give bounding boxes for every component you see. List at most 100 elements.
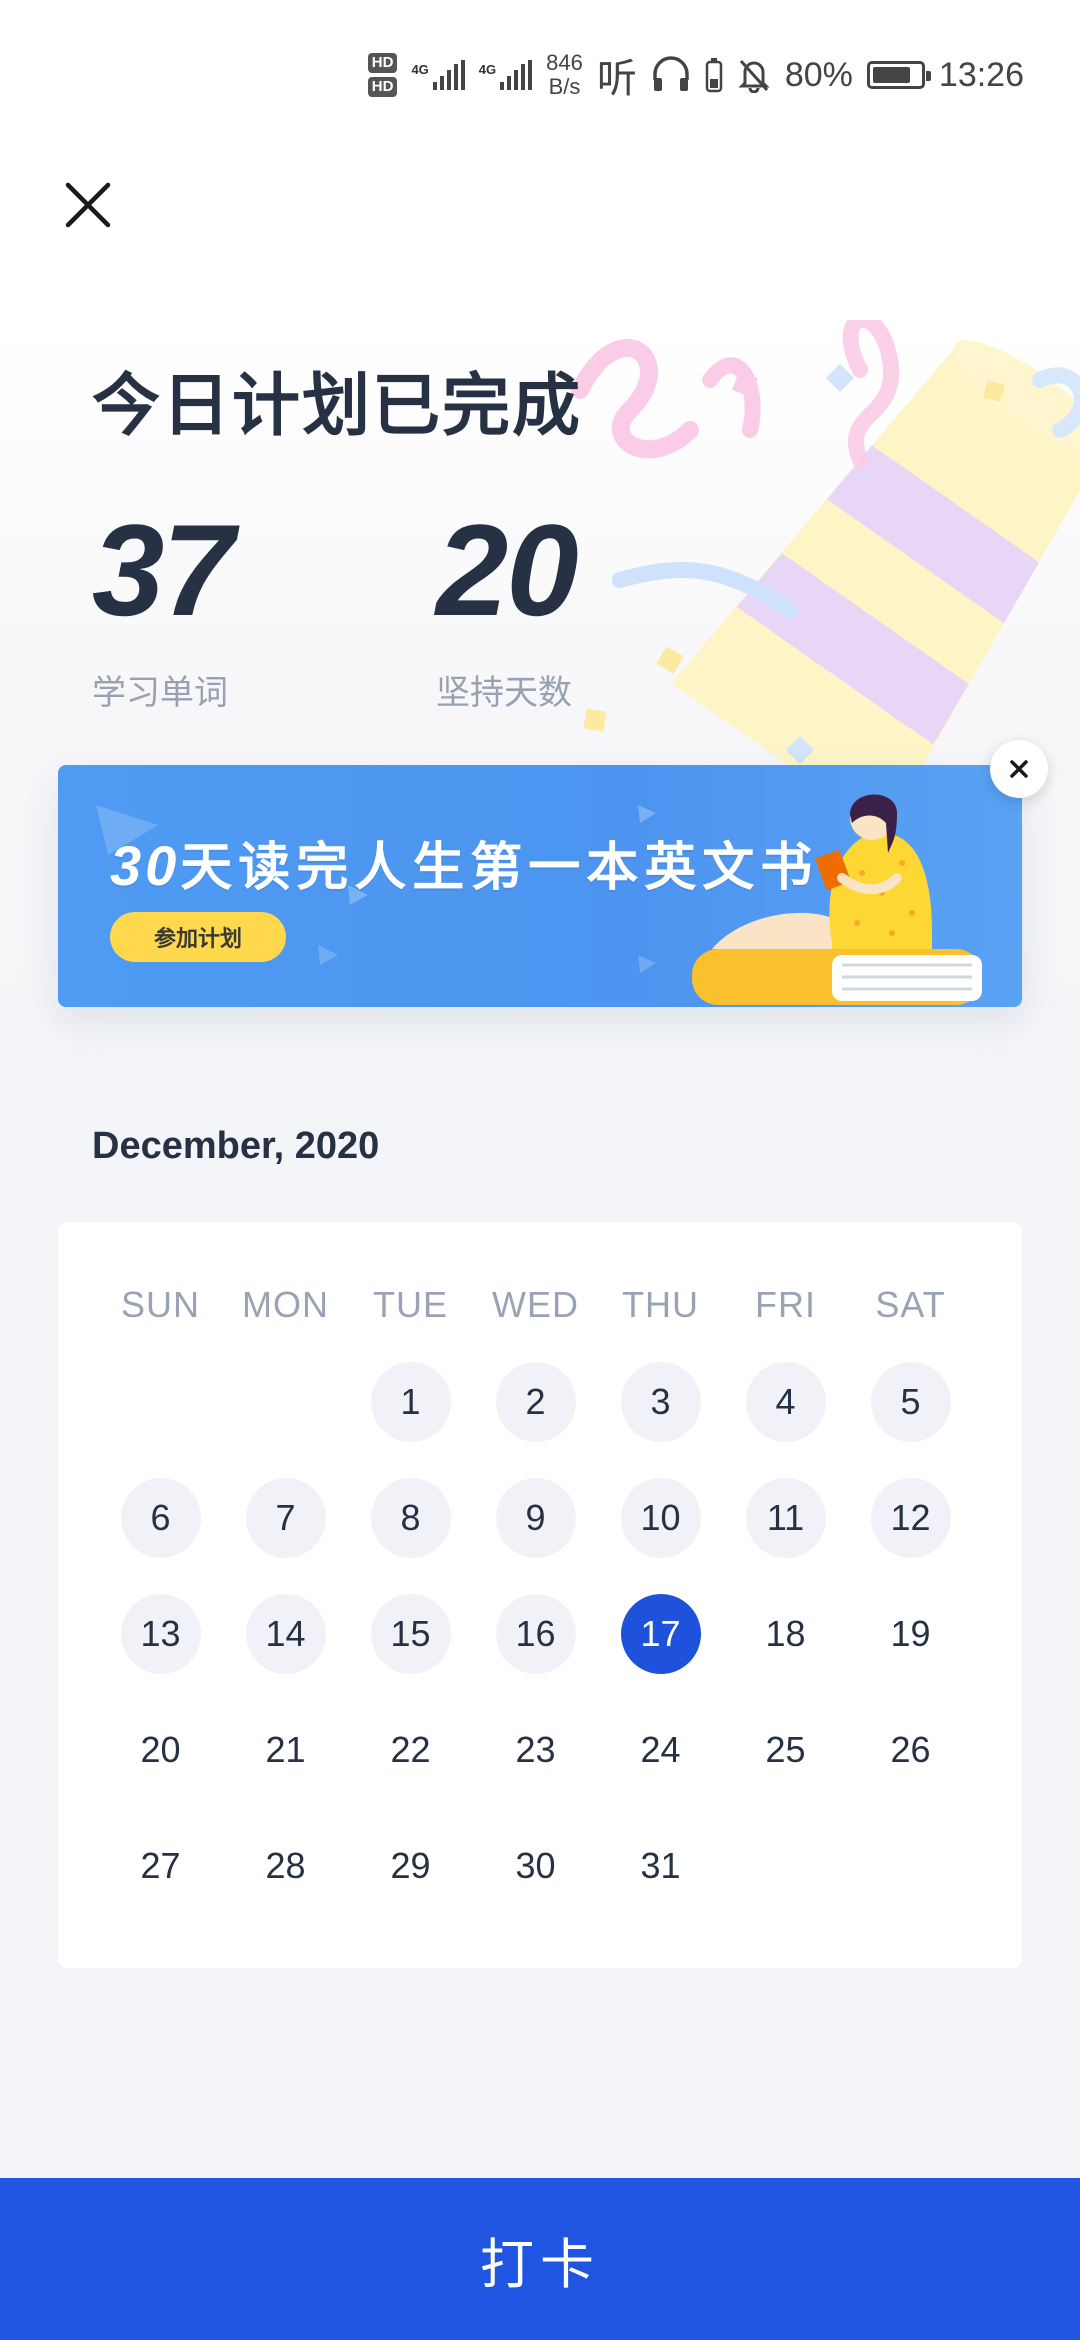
- calendar-cell: 17: [598, 1594, 723, 1674]
- calendar-week-row: 13 14 15 16 17 18 19: [98, 1594, 974, 1674]
- signal-bars-icon: [432, 60, 465, 90]
- calendar-cell: 19: [848, 1594, 973, 1674]
- network-speed: 846 B/s: [546, 51, 583, 99]
- calendar-day[interactable]: 6: [120, 1478, 201, 1558]
- reading-girl-illustration: [692, 794, 982, 1005]
- calendar-cell: 14: [223, 1594, 348, 1674]
- calendar-day[interactable]: 3: [620, 1362, 701, 1442]
- stat-label: 坚持天数: [436, 674, 572, 712]
- calendar-cell: 7: [223, 1478, 348, 1558]
- weekday-label: TUE: [373, 1284, 448, 1325]
- calendar-cell: 30: [473, 1826, 598, 1906]
- stat-words-learned: 37 学习单词: [92, 497, 235, 714]
- hd-badge-2: HD: [367, 77, 398, 97]
- weekday-label: MON: [242, 1284, 329, 1325]
- calendar-day[interactable]: 11: [745, 1478, 826, 1558]
- calendar-cell: 25: [723, 1710, 848, 1790]
- calendar-day[interactable]: 25: [746, 1710, 826, 1790]
- calendar-cell: 5: [848, 1362, 973, 1442]
- check-in-button[interactable]: 打卡: [0, 2178, 1080, 2340]
- speed-value: 846: [546, 50, 583, 75]
- small-battery-icon: [705, 57, 723, 93]
- calendar-day[interactable]: 27: [121, 1826, 201, 1906]
- calendar: SUN MON TUE WED THU FRI SAT 1 2 3 4 5 6 7 8 9 10 1…: [58, 1222, 1022, 1968]
- calendar-cell: 16: [473, 1594, 598, 1674]
- calendar-day[interactable]: 7: [245, 1478, 326, 1558]
- signal-bars-icon: [500, 60, 533, 90]
- calendar-cell: 22: [348, 1710, 473, 1790]
- calendar-week-row: 27 28 29 30 31: [98, 1826, 974, 1906]
- calendar-week-row: 12345: [98, 1362, 974, 1442]
- network-type-2: 4G: [478, 62, 497, 77]
- calendar-cell: 6: [98, 1478, 223, 1558]
- calendar-cell: [723, 1826, 848, 1906]
- calendar-cell: 24: [598, 1710, 723, 1790]
- weekday-label: THU: [622, 1284, 699, 1325]
- calendar-day[interactable]: 31: [621, 1826, 701, 1906]
- weekday-label: FRI: [755, 1284, 816, 1325]
- calendar-day[interactable]: 26: [871, 1710, 951, 1790]
- calendar-day[interactable]: 21: [246, 1710, 326, 1790]
- status-bar: HD HD 4G 4G 846 B/s 听 80% 13:26: [0, 0, 1080, 150]
- calendar-day[interactable]: 14: [245, 1594, 326, 1674]
- calendar-day-today[interactable]: 17: [620, 1594, 701, 1674]
- calendar-day[interactable]: 22: [371, 1710, 451, 1790]
- calendar-day[interactable]: 15: [370, 1594, 451, 1674]
- banner-close-button[interactable]: [990, 740, 1048, 798]
- calendar-day[interactable]: 16: [495, 1594, 576, 1674]
- signal-2: 4G: [478, 60, 533, 90]
- hd-badge-1: HD: [367, 53, 398, 73]
- battery-icon: [866, 61, 931, 89]
- banner-headline-number: 30: [110, 834, 181, 897]
- calendar-cell: 2: [473, 1362, 598, 1442]
- calendar-cell: 8: [348, 1478, 473, 1558]
- stat-streak-days: 20 坚持天数: [436, 497, 579, 714]
- calendar-day[interactable]: 4: [745, 1362, 826, 1442]
- calendar-weekday-header: SUN MON TUE WED THU FRI SAT: [98, 1284, 974, 1326]
- weekday-label: SUN: [120, 1284, 200, 1325]
- calendar-day[interactable]: 24: [621, 1710, 701, 1790]
- calendar-day[interactable]: 30: [496, 1826, 576, 1906]
- calendar-day[interactable]: 19: [871, 1594, 951, 1674]
- calendar-day[interactable]: 2: [495, 1362, 576, 1442]
- calendar-day[interactable]: 13: [120, 1594, 201, 1674]
- calendar-day[interactable]: 23: [496, 1710, 576, 1790]
- calendar-cell: 9: [473, 1478, 598, 1558]
- bell-off-icon: [737, 57, 771, 93]
- page-title: 今日计划已完成: [92, 368, 583, 444]
- calendar-cell: 23: [473, 1710, 598, 1790]
- calendar-cell: 3: [598, 1362, 723, 1442]
- calendar-week-row: 6 7 8 9 10 11 12: [98, 1478, 974, 1558]
- calendar-cell: 18: [723, 1594, 848, 1674]
- calendar-cell: 26: [848, 1710, 973, 1790]
- weekday-label: WED: [492, 1284, 579, 1325]
- calendar-day[interactable]: 5: [870, 1362, 951, 1442]
- promo-banner[interactable]: 30天读完人生第一本英文书 参加计划: [58, 765, 1022, 1007]
- calendar-week-row: 20 21 22 23 24 25 26: [98, 1710, 974, 1790]
- calendar-month-label: December, 2020: [92, 1125, 380, 1167]
- calendar-day[interactable]: 9: [495, 1478, 576, 1558]
- calendar-cell: 4: [723, 1362, 848, 1442]
- calendar-day[interactable]: 29: [371, 1826, 451, 1906]
- calendar-cell: 11: [723, 1478, 848, 1558]
- speed-unit: B/s: [548, 74, 581, 99]
- calendar-cell: 20: [98, 1710, 223, 1790]
- stat-value: 20: [436, 497, 579, 643]
- calendar-cell: [98, 1362, 223, 1442]
- calendar-day[interactable]: 18: [746, 1594, 826, 1674]
- calendar-day[interactable]: 12: [870, 1478, 951, 1558]
- calendar-day[interactable]: 28: [246, 1826, 326, 1906]
- join-plan-button[interactable]: 参加计划: [110, 912, 286, 962]
- signal-1: 4G: [411, 60, 465, 90]
- calendar-day[interactable]: 20: [121, 1710, 201, 1790]
- stat-value: 37: [92, 497, 235, 643]
- listen-indicator: 听: [596, 57, 637, 101]
- calendar-cell: 15: [348, 1594, 473, 1674]
- calendar-day[interactable]: 8: [370, 1478, 451, 1558]
- weekday-label: SAT: [875, 1284, 946, 1325]
- calendar-day[interactable]: 10: [620, 1478, 701, 1558]
- close-button[interactable]: [58, 175, 118, 235]
- calendar-cell: 28: [223, 1826, 348, 1906]
- calendar-day[interactable]: 1: [370, 1362, 451, 1442]
- battery-percent: 80%: [784, 55, 853, 94]
